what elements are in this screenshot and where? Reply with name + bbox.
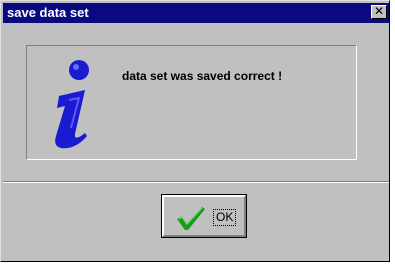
close-button[interactable]: ✕ [371,5,387,19]
message-text: data set was saved correct ! [122,69,283,83]
title-bar[interactable]: save data set ✕ [3,3,389,23]
ok-button-face: OK [162,195,246,237]
save-data-set-dialog: save data set ✕ data set was saved corre… [0,0,390,262]
separator-highlight [3,182,389,183]
ok-button[interactable]: OK [161,194,247,238]
info-icon [55,60,89,149]
close-icon: ✕ [373,4,385,18]
message-panel: data set was saved correct ! [26,45,357,160]
window-title: save data set [7,5,89,20]
ok-button-label: OK [213,209,237,226]
checkmark-icon [177,207,205,230]
